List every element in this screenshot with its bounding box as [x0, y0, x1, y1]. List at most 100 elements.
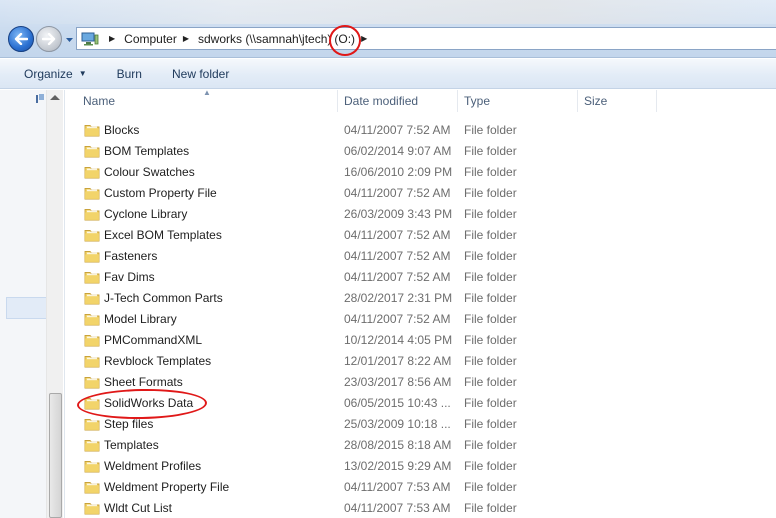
file-row[interactable]: Revblock Templates 12/01/2017 8:22 AM File…	[66, 350, 776, 371]
file-date-modified: 12/01/2017 8:22 AM	[344, 353, 452, 368]
file-row[interactable]: Wldt Cut List 04/11/2007 7:53 AM File fold…	[66, 497, 776, 518]
burn-button[interactable]: Burn	[99, 67, 154, 81]
file-name-cell: Fasteners	[66, 249, 338, 263]
file-row[interactable]: J-Tech Common Parts 28/02/2017 2:31 PM Fil…	[66, 287, 776, 308]
recent-pages-dropdown-icon[interactable]	[65, 36, 74, 44]
file-row[interactable]: Fav Dims 04/11/2007 7:52 AM File folder	[66, 266, 776, 287]
file-name: Weldment Property File	[104, 479, 230, 494]
back-button[interactable]	[8, 26, 34, 52]
navigation-selected-item[interactable]	[6, 297, 46, 319]
folder-icon	[84, 187, 100, 199]
file-date-modified: 04/11/2007 7:52 AM	[344, 311, 451, 326]
file-date-modified: 28/08/2015 8:18 AM	[344, 437, 452, 452]
file-name-cell: Step files	[66, 417, 338, 431]
scrollbar-thumb[interactable]	[49, 393, 62, 518]
file-row[interactable]: Cyclone Library 26/03/2009 3:43 PM File fo…	[66, 203, 776, 224]
file-name-cell: Custom Property File	[66, 186, 338, 200]
folder-icon	[84, 166, 100, 178]
navigation-pane	[0, 90, 65, 518]
file-row[interactable]: Weldment Property File 04/11/2007 7:53 AM…	[66, 476, 776, 497]
computer-icon	[81, 32, 99, 45]
folder-icon	[84, 355, 100, 367]
file-name: Weldment Profiles	[104, 458, 202, 473]
file-date-modified: 16/06/2010 2:09 PM	[344, 164, 453, 179]
file-type: File folder	[464, 164, 517, 179]
file-name: Custom Property File	[104, 185, 217, 200]
file-date-modified: 04/11/2007 7:53 AM	[344, 500, 451, 515]
organize-button[interactable]: Organize ▼	[0, 67, 99, 81]
column-header-type[interactable]: Type	[458, 90, 578, 112]
file-type: File folder	[464, 269, 517, 284]
address-field[interactable]: ▶ Computer ▶ sdworks (\\samnah\jtech) (O…	[76, 27, 776, 50]
scroll-up-arrow-icon[interactable]	[50, 95, 60, 100]
file-type: File folder	[464, 248, 517, 263]
file-name-cell: Fav Dims	[66, 270, 338, 284]
file-row[interactable]: Custom Property File 04/11/2007 7:52 AM Fi…	[66, 182, 776, 203]
file-row[interactable]: Model Library 04/11/2007 7:52 AM File fold…	[66, 308, 776, 329]
file-name-cell: Templates	[66, 438, 338, 452]
column-header-type-label: Type	[464, 94, 491, 108]
column-header-size[interactable]: Size	[578, 90, 657, 112]
file-type: File folder	[464, 500, 517, 515]
folder-icon	[84, 124, 100, 136]
file-date-modified: 04/11/2007 7:52 AM	[344, 122, 451, 137]
file-row[interactable]: Excel BOM Templates 04/11/2007 7:52 AM Fil…	[66, 224, 776, 245]
file-name-cell: Blocks	[66, 123, 338, 137]
column-header-row: Name ▲ Date modified Type Size	[66, 88, 776, 112]
organize-label: Organize	[24, 66, 73, 81]
new-folder-button[interactable]: New folder	[154, 67, 241, 81]
command-toolbar: Organize ▼ Burn New folder	[0, 59, 776, 89]
breadcrumb-network-drive[interactable]: sdworks (\\samnah\jtech)	[198, 32, 331, 46]
file-name-cell: Model Library	[66, 312, 338, 326]
file-date-modified: 06/05/2015 10:43 ...	[344, 395, 451, 410]
file-name-cell: Weldment Profiles	[66, 459, 338, 473]
navigation-pane-scrollbar[interactable]	[46, 90, 63, 518]
file-row[interactable]: PMCommandXML 10/12/2014 4:05 PM File folde…	[66, 329, 776, 350]
file-name: Blocks	[104, 122, 140, 137]
column-header-date-label: Date modified	[344, 94, 419, 108]
forward-arrow-icon	[42, 33, 56, 45]
file-name-cell: Sheet Formats	[66, 375, 338, 389]
file-name-cell: Excel BOM Templates	[66, 228, 338, 242]
file-name: PMCommandXML	[104, 332, 203, 347]
breadcrumb-separator-icon[interactable]: ▶	[109, 34, 115, 43]
file-row[interactable]: Weldment Profiles 13/02/2015 9:29 AM File …	[66, 455, 776, 476]
file-row[interactable]: BOM Templates 06/02/2014 9:07 AM File fold…	[66, 140, 776, 161]
file-name: Revblock Templates	[104, 353, 212, 368]
file-row[interactable]: Templates 28/08/2015 8:18 AM File folder	[66, 434, 776, 455]
file-row[interactable]: Fasteners 04/11/2007 7:52 AM File folder	[66, 245, 776, 266]
file-type: File folder	[464, 416, 517, 431]
file-type: File folder	[464, 458, 517, 473]
file-type: File folder	[464, 143, 517, 158]
folder-icon	[84, 292, 100, 304]
column-header-name[interactable]: Name ▲	[66, 88, 338, 112]
tree-item-icon	[36, 94, 44, 103]
forward-button[interactable]	[36, 26, 62, 52]
file-row[interactable]: Blocks 04/11/2007 7:52 AM File folder	[66, 119, 776, 140]
breadcrumb-separator-icon[interactable]: ▶	[361, 34, 367, 43]
file-date-modified: 26/03/2009 3:43 PM	[344, 206, 453, 221]
file-name-cell: Colour Swatches	[66, 165, 338, 179]
file-name-cell: BOM Templates	[66, 144, 338, 158]
breadcrumb-separator-icon[interactable]: ▶	[183, 34, 189, 43]
file-date-modified: 04/11/2007 7:52 AM	[344, 248, 451, 263]
address-bar-region: ▶ Computer ▶ sdworks (\\samnah\jtech) (O…	[0, 0, 776, 58]
file-name-cell: Weldment Property File	[66, 480, 338, 494]
file-date-modified: 06/02/2014 9:07 AM	[344, 143, 452, 158]
file-name-cell: J-Tech Common Parts	[66, 291, 338, 305]
column-header-date-modified[interactable]: Date modified	[338, 90, 458, 112]
folder-icon	[84, 481, 100, 493]
breadcrumb-computer[interactable]: Computer	[124, 32, 177, 46]
file-type: File folder	[464, 206, 517, 221]
column-header-name-label: Name	[83, 94, 116, 108]
folder-icon	[84, 271, 100, 283]
file-name: J-Tech Common Parts	[104, 290, 223, 305]
file-date-modified: 04/11/2007 7:52 AM	[344, 269, 451, 284]
folder-icon	[84, 334, 100, 346]
file-row[interactable]: Sheet Formats 23/03/2017 8:56 AM File fold…	[66, 371, 776, 392]
file-list: Name ▲ Date modified Type Size Blocks 04/…	[66, 88, 776, 518]
folder-icon	[84, 502, 100, 514]
file-type: File folder	[464, 311, 517, 326]
file-row[interactable]: Colour Swatches 16/06/2010 2:09 PM File fo…	[66, 161, 776, 182]
file-date-modified: 23/03/2017 8:56 AM	[344, 374, 452, 389]
